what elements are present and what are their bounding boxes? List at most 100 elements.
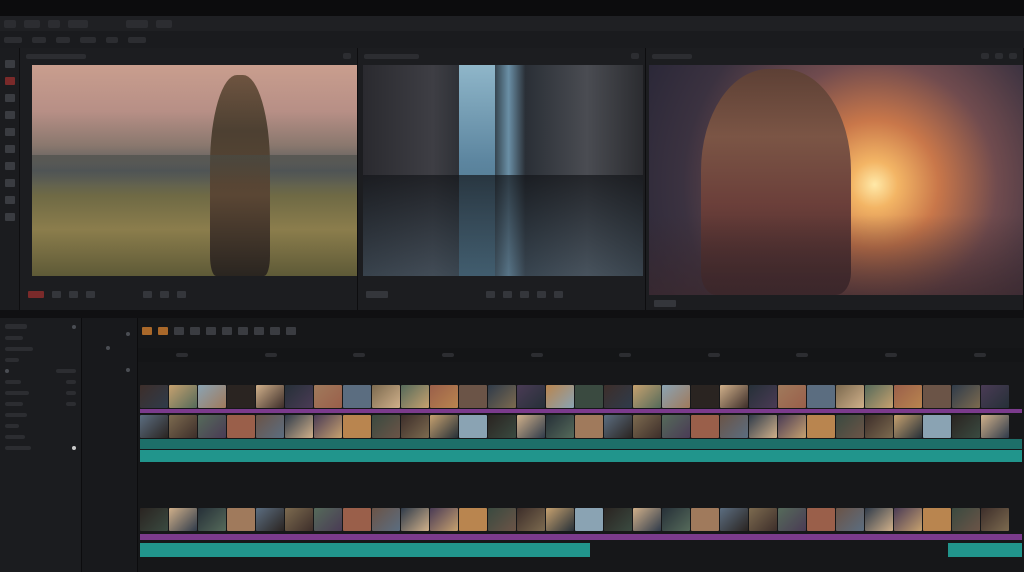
settings-icon[interactable]: [537, 290, 546, 298]
clip-thumbnail[interactable]: [517, 508, 545, 531]
extract-button[interactable]: [270, 327, 280, 335]
program-options-icon[interactable]: [631, 53, 639, 59]
trim-tool-icon[interactable]: [4, 111, 15, 119]
inspector-row[interactable]: [5, 398, 76, 409]
insert-button[interactable]: [206, 327, 216, 335]
timeline-panel[interactable]: [138, 318, 1024, 572]
clip-thumbnail[interactable]: [923, 385, 951, 408]
clip-thumbnail[interactable]: [256, 385, 284, 408]
clip-thumbnail[interactable]: [923, 415, 951, 438]
clip-thumbnail[interactable]: [662, 415, 690, 438]
clip-thumbnail[interactable]: [488, 385, 516, 408]
clip-thumbnail[interactable]: [575, 508, 603, 531]
export-frame-button[interactable]: [554, 290, 563, 298]
clip-thumbnail[interactable]: [749, 385, 777, 408]
pen-tool-icon[interactable]: [4, 196, 15, 204]
mark-in-button[interactable]: [160, 290, 169, 298]
clip-thumbnail[interactable]: [285, 415, 313, 438]
track-lock-icon[interactable]: [106, 346, 110, 350]
clip-thumbnail[interactable]: [227, 385, 255, 408]
clip-thumbnail[interactable]: [720, 385, 748, 408]
clip-thumbnail[interactable]: [430, 385, 458, 408]
clip-thumbnail[interactable]: [633, 508, 661, 531]
panel-divider[interactable]: [0, 310, 1024, 318]
clip-thumbnail[interactable]: [169, 508, 197, 531]
clip-thumbnail[interactable]: [343, 508, 371, 531]
fullscreen-icon[interactable]: [1009, 53, 1017, 59]
clip-thumbnail[interactable]: [285, 385, 313, 408]
audio-track-1[interactable]: [140, 439, 1022, 449]
inspector-value[interactable]: [66, 390, 76, 395]
clip-thumbnail[interactable]: [720, 415, 748, 438]
inspector-row[interactable]: [5, 409, 76, 420]
eye-icon[interactable]: [981, 53, 989, 59]
program-video-frame[interactable]: [363, 65, 643, 276]
audio-track-3-segment-b[interactable]: [948, 543, 1022, 557]
clip-thumbnail[interactable]: [256, 508, 284, 531]
menu-item-1[interactable]: [4, 36, 22, 43]
clip-thumbnail[interactable]: [807, 415, 835, 438]
inspector-row[interactable]: [5, 387, 76, 398]
clip-thumbnail[interactable]: [140, 415, 168, 438]
scissors-icon[interactable]: [503, 290, 512, 298]
clip-thumbnail[interactable]: [894, 415, 922, 438]
clip-thumbnail[interactable]: [198, 385, 226, 408]
clip-thumbnail[interactable]: [517, 415, 545, 438]
loop-button[interactable]: [143, 290, 152, 298]
clip-thumbnail[interactable]: [401, 508, 429, 531]
menu-item-2[interactable]: [32, 36, 46, 43]
overwrite-button[interactable]: [222, 327, 232, 335]
clip-thumbnail[interactable]: [923, 508, 951, 531]
effects-video-frame[interactable]: [649, 65, 1023, 295]
clip-thumbnail[interactable]: [981, 415, 1009, 438]
clip-thumbnail[interactable]: [836, 508, 864, 531]
clip-thumbnail[interactable]: [314, 415, 342, 438]
video-track-2[interactable]: [140, 415, 1009, 438]
record-button[interactable]: [28, 290, 44, 298]
clip-thumbnail[interactable]: [662, 508, 690, 531]
clip-thumbnail[interactable]: [546, 385, 574, 408]
replace-button[interactable]: [238, 327, 248, 335]
crop-tool-icon[interactable]: [4, 179, 15, 187]
clip-thumbnail[interactable]: [169, 385, 197, 408]
viewer-options-icon[interactable]: [343, 53, 351, 59]
clip-thumbnail[interactable]: [981, 508, 1009, 531]
inspector-row[interactable]: [5, 420, 76, 431]
clip-thumbnail[interactable]: [691, 508, 719, 531]
workspace-selector[interactable]: [126, 19, 148, 28]
clip-thumbnail[interactable]: [807, 508, 835, 531]
clip-thumbnail[interactable]: [865, 415, 893, 438]
clip-thumbnail[interactable]: [894, 385, 922, 408]
clip-thumbnail[interactable]: [836, 385, 864, 408]
lock-icon[interactable]: [995, 53, 1003, 59]
clip-thumbnail[interactable]: [633, 385, 661, 408]
clip-thumbnail[interactable]: [778, 415, 806, 438]
color-swatch-icon[interactable]: [72, 445, 76, 450]
inspector-value[interactable]: [66, 379, 76, 384]
inspector-row[interactable]: [5, 431, 76, 442]
clip-thumbnail[interactable]: [459, 415, 487, 438]
mute-icon[interactable]: [486, 290, 495, 298]
clip-thumbnail[interactable]: [546, 415, 574, 438]
clip-thumbnail[interactable]: [778, 385, 806, 408]
clip-thumbnail[interactable]: [459, 385, 487, 408]
clip-thumbnail[interactable]: [517, 385, 545, 408]
clip-thumbnail[interactable]: [865, 385, 893, 408]
zoom-tool-icon[interactable]: [4, 145, 15, 153]
clip-thumbnail[interactable]: [401, 385, 429, 408]
audio-waveform-track-1[interactable]: [140, 409, 1022, 413]
audio-waveform-track-2[interactable]: [140, 534, 1022, 540]
clip-thumbnail[interactable]: [778, 508, 806, 531]
clip-thumbnail[interactable]: [401, 415, 429, 438]
property-toggle-icon[interactable]: [5, 368, 9, 373]
clip-thumbnail[interactable]: [488, 508, 516, 531]
inspector-row[interactable]: [5, 442, 76, 453]
clip-thumbnail[interactable]: [198, 508, 226, 531]
clip-thumbnail[interactable]: [430, 508, 458, 531]
clip-thumbnail[interactable]: [198, 415, 226, 438]
clip-thumbnail[interactable]: [140, 508, 168, 531]
clip-thumbnail[interactable]: [343, 415, 371, 438]
clip-thumbnail[interactable]: [256, 415, 284, 438]
clip-thumbnail[interactable]: [604, 385, 632, 408]
video-track-3[interactable]: [140, 508, 1009, 531]
